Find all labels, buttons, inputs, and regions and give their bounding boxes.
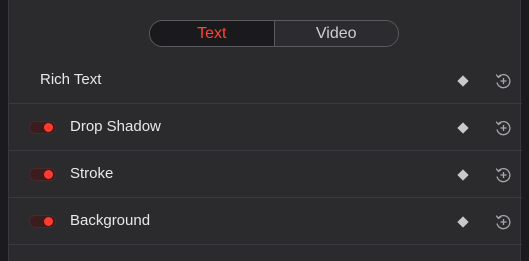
row-rich-text[interactable]: Rich Text — [9, 58, 522, 104]
keyframe-icon[interactable] — [457, 122, 469, 134]
keyframe-icon[interactable] — [457, 216, 469, 228]
tab-video[interactable]: Video — [273, 21, 398, 46]
reset-icon[interactable] — [493, 71, 513, 91]
row-label-background: Background — [70, 212, 151, 229]
inspector-panel: Text Video Rich Text Drop Shadow Stroke — [8, 0, 522, 261]
toggle-knob — [44, 123, 53, 132]
stroke-toggle[interactable] — [29, 168, 56, 181]
row-label-stroke: Stroke — [70, 165, 114, 182]
tab-text[interactable]: Text — [150, 21, 274, 46]
row-label-rich-text: Rich Text — [40, 71, 102, 88]
reset-icon[interactable] — [493, 212, 513, 232]
keyframe-icon[interactable] — [457, 169, 469, 181]
drop-shadow-toggle[interactable] — [29, 121, 56, 134]
background-toggle[interactable] — [29, 215, 56, 228]
toggle-knob — [44, 170, 53, 179]
row-background[interactable]: Background — [9, 199, 522, 245]
row-label-drop-shadow: Drop Shadow — [70, 118, 161, 135]
reset-icon[interactable] — [493, 165, 513, 185]
row-stroke[interactable]: Stroke — [9, 152, 522, 198]
row-drop-shadow[interactable]: Drop Shadow — [9, 105, 522, 151]
reset-icon[interactable] — [493, 118, 513, 138]
toggle-knob — [44, 217, 53, 226]
keyframe-icon[interactable] — [457, 75, 469, 87]
tab-switcher: Text Video — [149, 20, 399, 47]
